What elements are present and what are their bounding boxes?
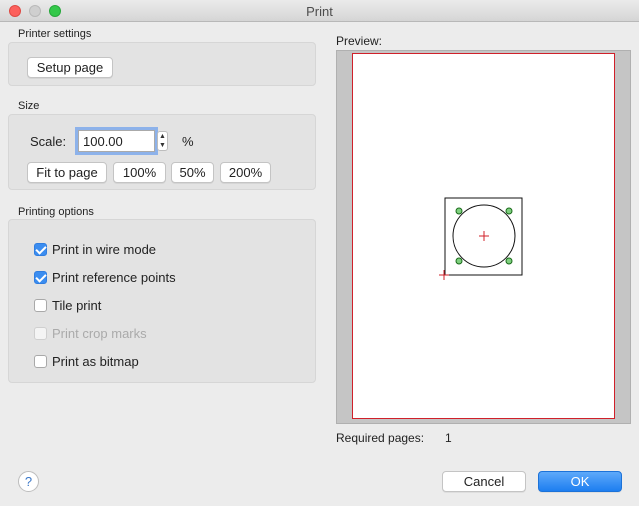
scale-input[interactable] — [75, 127, 158, 155]
size-label: Size — [18, 100, 40, 112]
scale-200-button[interactable]: 200% — [220, 162, 271, 183]
reference-point — [455, 207, 463, 215]
preview-label: Preview: — [336, 34, 383, 48]
reference-point — [455, 257, 463, 265]
setup-page-button[interactable]: Setup page — [27, 57, 113, 78]
option-tile-print[interactable]: Tile print — [34, 297, 101, 313]
reference-point — [505, 207, 513, 215]
help-icon[interactable]: ? — [18, 471, 39, 492]
option-wire-mode[interactable]: Print in wire mode — [34, 241, 156, 257]
stepper-down-icon[interactable]: ▼ — [158, 141, 167, 150]
bitmap-checkbox[interactable] — [34, 354, 47, 368]
reference-point — [505, 257, 513, 265]
required-pages-value: 1 — [445, 431, 452, 445]
stepper-up-icon[interactable]: ▲ — [158, 132, 167, 141]
preview-origin-marker — [439, 270, 449, 280]
reference-points-label: Print reference points — [52, 269, 176, 285]
printing-options-label: Printing options — [18, 206, 94, 218]
option-bitmap[interactable]: Print as bitmap — [34, 353, 139, 369]
tile-print-checkbox[interactable] — [34, 298, 47, 312]
preview-center-marker — [479, 231, 489, 241]
wire-mode-label: Print in wire mode — [52, 241, 157, 257]
tile-print-label: Tile print — [52, 297, 102, 313]
wire-mode-checkbox[interactable] — [34, 242, 47, 256]
cancel-button[interactable]: Cancel — [442, 471, 526, 492]
scale-stepper[interactable]: ▲ ▼ — [157, 131, 168, 151]
scale-50-button[interactable]: 50% — [171, 162, 214, 183]
scale-100-button[interactable]: 100% — [113, 162, 166, 183]
crop-marks-checkbox — [34, 326, 47, 340]
bitmap-label: Print as bitmap — [52, 353, 139, 369]
required-pages-label: Required pages: — [336, 431, 425, 445]
option-crop-marks: Print crop marks — [34, 325, 147, 341]
crop-marks-label: Print crop marks — [52, 325, 147, 341]
ok-button[interactable]: OK — [538, 471, 622, 492]
scale-label: Scale: — [30, 134, 67, 149]
fit-to-page-button[interactable]: Fit to page — [27, 162, 107, 183]
preview-drawing — [439, 197, 523, 280]
printer-settings-label: Printer settings — [18, 28, 92, 40]
window-title: Print — [306, 4, 333, 19]
title-bar: Print — [0, 0, 639, 22]
reference-points-checkbox[interactable] — [34, 270, 47, 284]
scale-unit: % — [182, 134, 194, 149]
option-reference-points[interactable]: Print reference points — [34, 269, 176, 285]
